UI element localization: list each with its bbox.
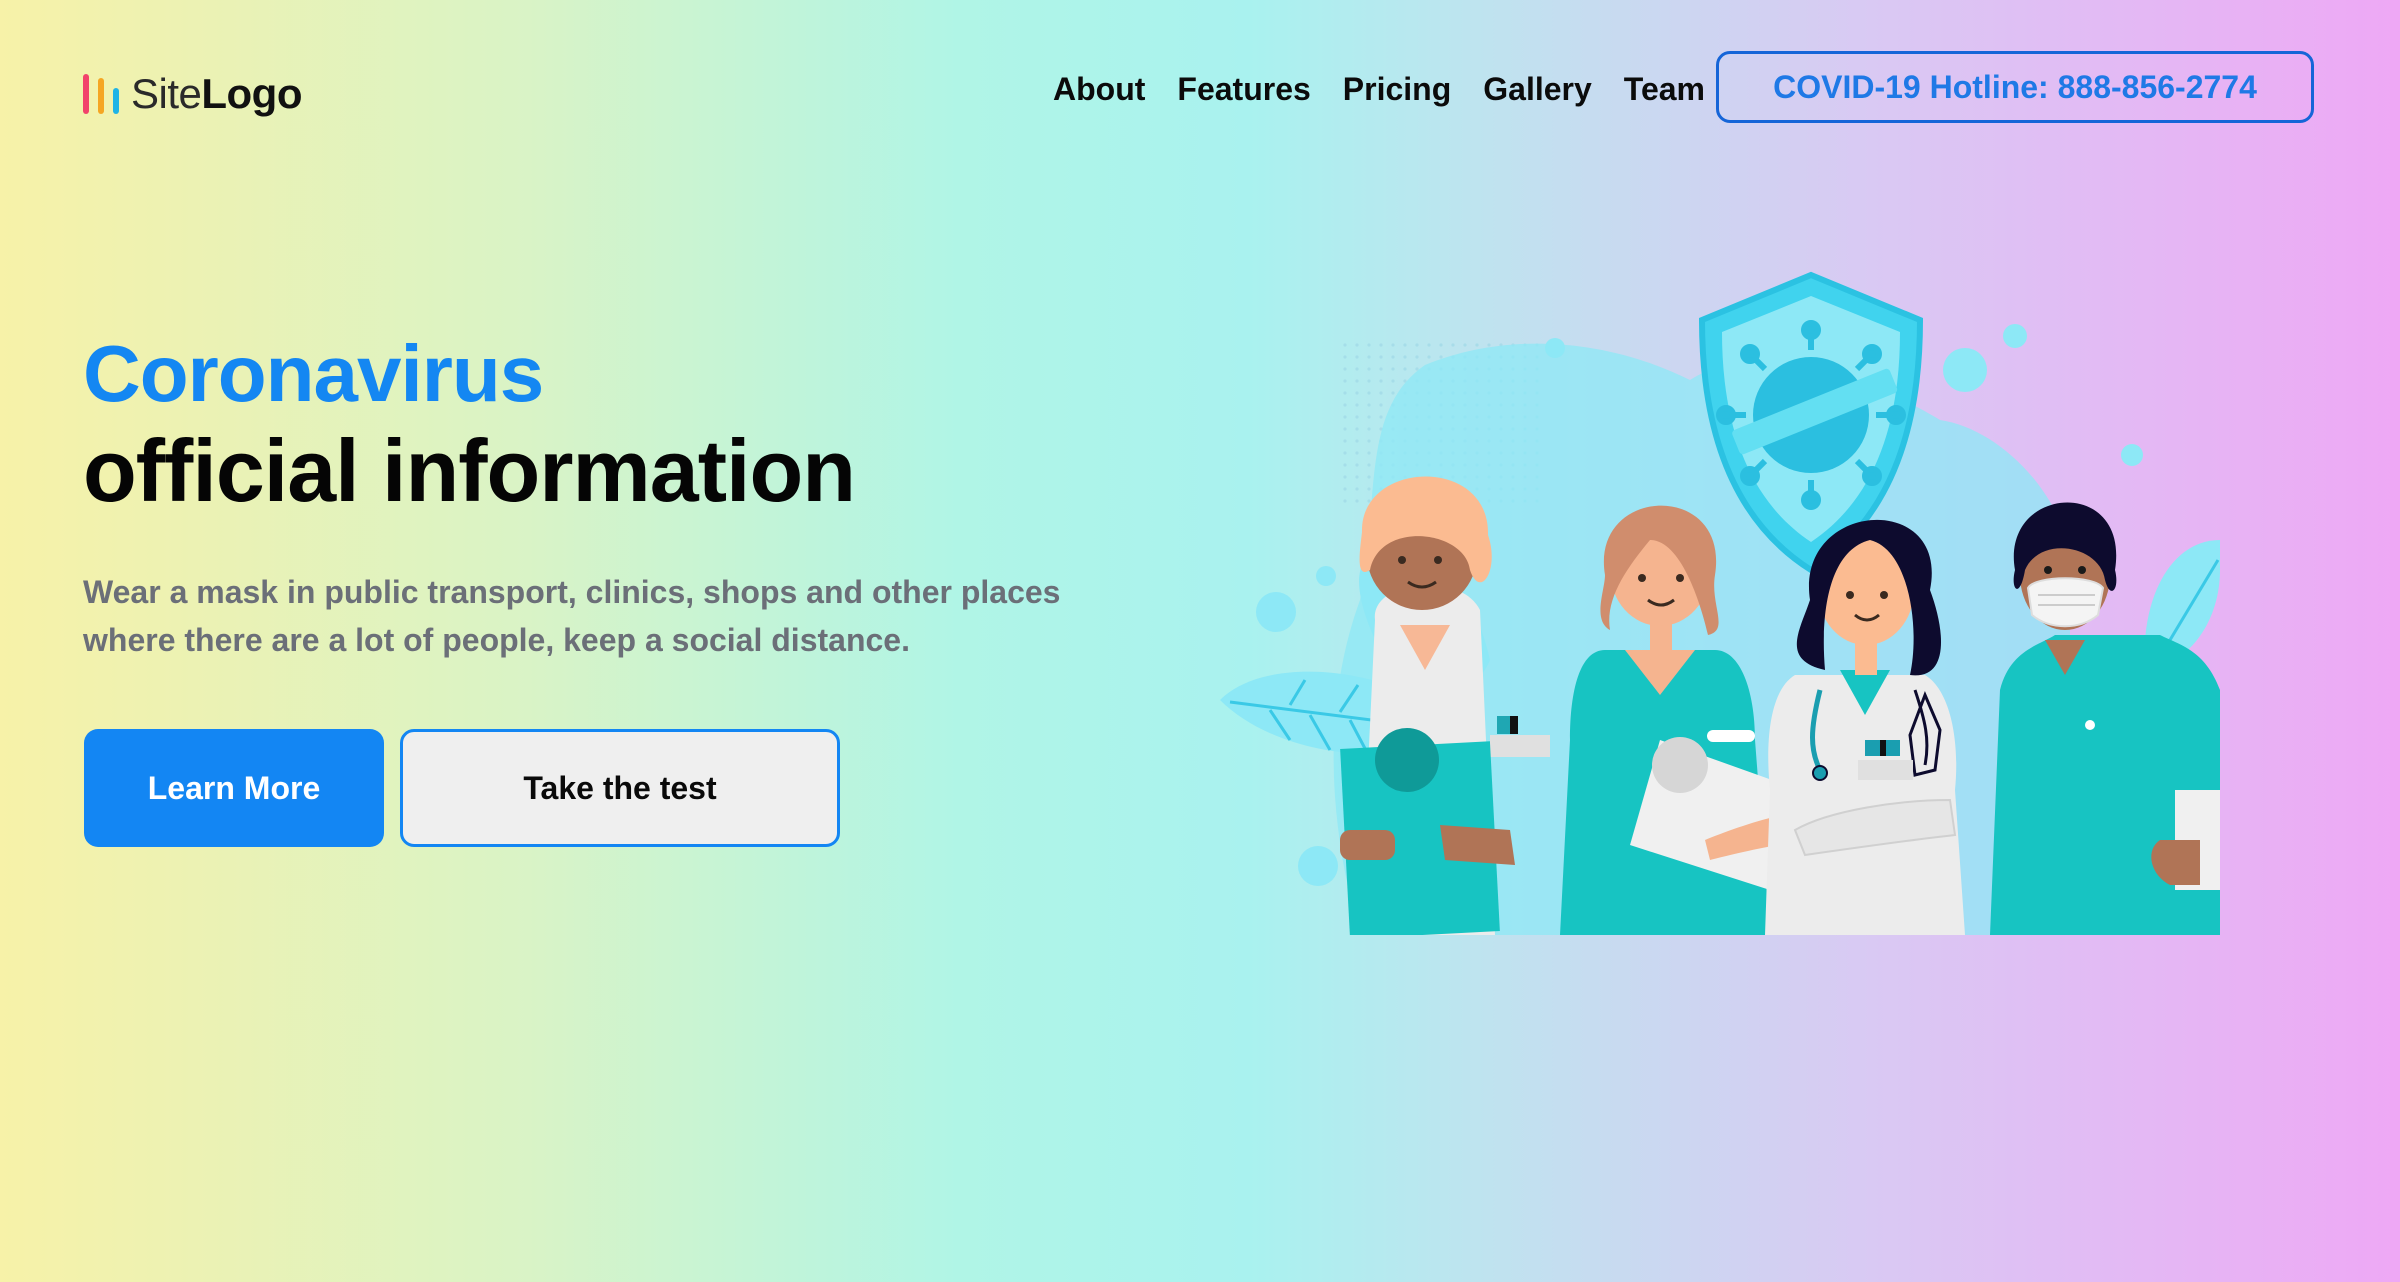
nav-about[interactable]: About <box>1053 71 1145 108</box>
logo-bars-icon <box>83 74 119 114</box>
hero-title-main: official information <box>83 421 856 520</box>
nav-gallery[interactable]: Gallery <box>1483 71 1592 108</box>
nav-pricing[interactable]: Pricing <box>1343 71 1451 108</box>
nav-team[interactable]: Team <box>1624 71 1705 108</box>
hotline-button[interactable]: COVID-19 Hotline: 888-856-2774 <box>1716 51 2314 123</box>
site-logo[interactable]: SiteLogo <box>83 70 302 118</box>
main-nav: About Features Pricing Gallery Team <box>1053 64 1737 114</box>
learn-more-button[interactable]: Learn More <box>84 729 384 847</box>
nav-features[interactable]: Features <box>1177 71 1310 108</box>
take-test-button[interactable]: Take the test <box>400 729 840 847</box>
logo-text: SiteLogo <box>131 70 302 117</box>
hero-description: Wear a mask in public transport, clinics… <box>83 574 1061 658</box>
hero-title-accent: Coronavirus <box>83 329 544 418</box>
medical-team-illustration <box>1220 271 2220 935</box>
